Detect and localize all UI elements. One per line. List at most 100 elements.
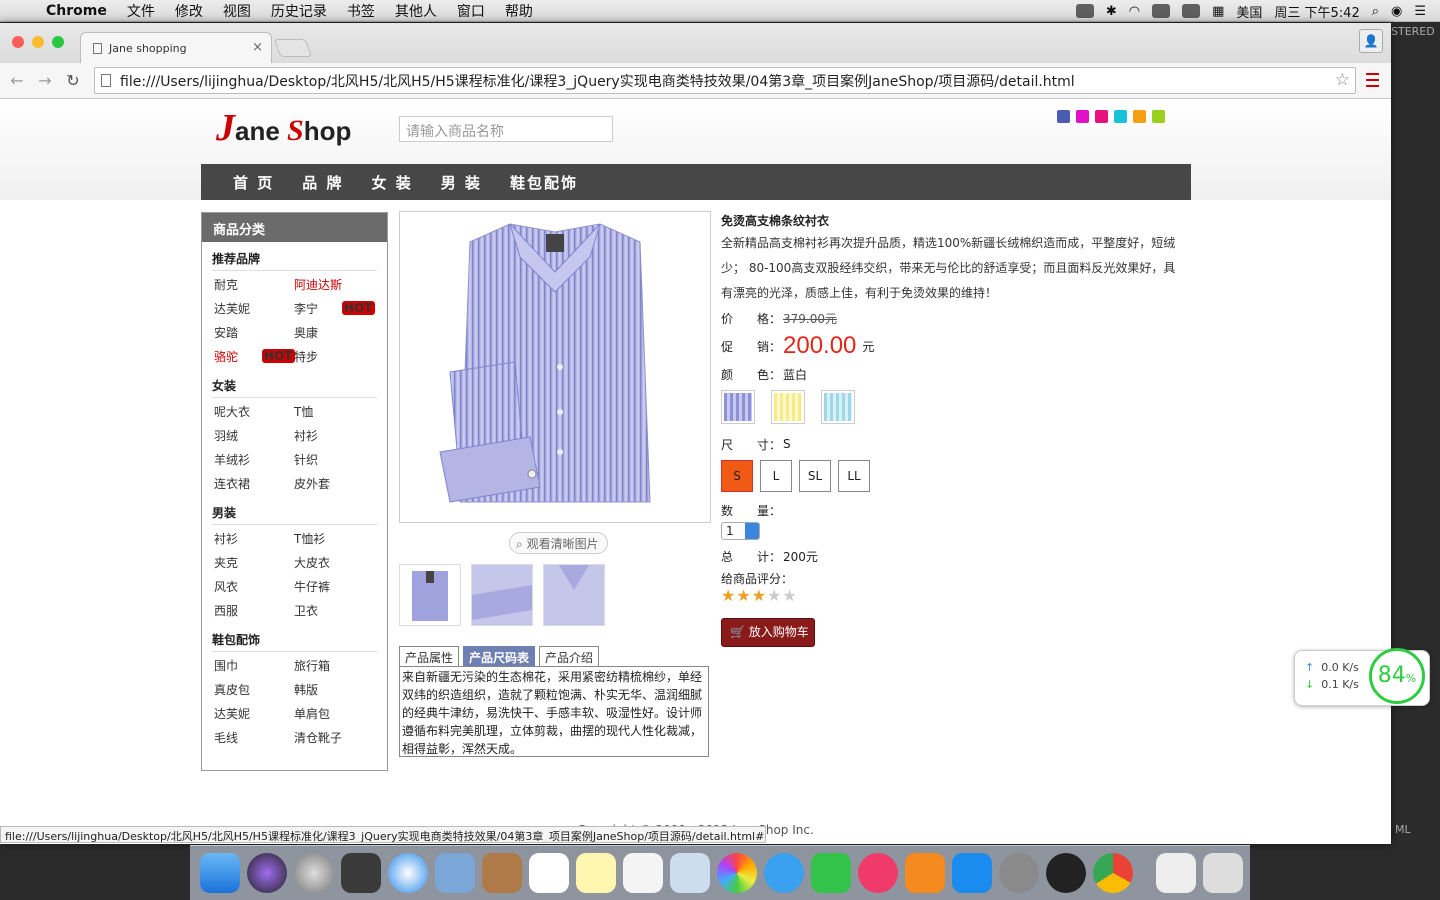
sidebar-link[interactable]: 韩版 — [292, 678, 372, 702]
sidebar-link[interactable]: 毛线 — [212, 726, 292, 750]
chrome-menu-icon[interactable] — [1366, 73, 1379, 87]
menubar-item-people[interactable]: 其他人 — [395, 1, 437, 21]
sidebar-link[interactable]: 特步 — [292, 345, 372, 369]
menubar-item-bookmarks[interactable]: 书签 — [347, 1, 375, 21]
sidebar-link[interactable]: 安踏 — [212, 321, 292, 345]
sidebar-link[interactable]: 羽绒 — [212, 424, 292, 448]
tab-introduction[interactable]: 产品介绍 — [539, 646, 600, 667]
sidebar-link[interactable]: 旅行箱 — [292, 654, 372, 678]
browser-tab[interactable]: Jane shopping × — [80, 32, 272, 63]
menubar-item-history[interactable]: 历史记录 — [271, 1, 327, 21]
size-option-s[interactable]: S — [721, 460, 753, 492]
notes-icon[interactable] — [576, 853, 616, 893]
thumbnail-2[interactable] — [471, 564, 533, 626]
notification-center-icon[interactable]: ☰ — [1414, 4, 1426, 19]
system-preferences-icon[interactable] — [999, 853, 1039, 893]
swatch-cyan[interactable] — [821, 390, 855, 424]
clock[interactable]: 周三 下午5:42 — [1274, 2, 1359, 21]
itunes-icon[interactable] — [858, 853, 898, 893]
skin-swatch-3[interactable] — [1095, 110, 1108, 123]
sidebar-link[interactable]: 真皮包 — [212, 678, 292, 702]
rating-star-icon[interactable]: ★ — [767, 588, 781, 604]
cloud-icon[interactable] — [1075, 4, 1094, 18]
sidebar-link[interactable]: T恤 — [292, 400, 372, 424]
memory-gauge[interactable]: 84% — [1369, 648, 1425, 704]
nav-women[interactable]: 女 装 — [371, 172, 412, 193]
address-bar[interactable]: file:///Users/lijinghua/Desktop/北风H5/北风H… — [94, 67, 1356, 94]
menubar-item-edit[interactable]: 修改 — [175, 1, 203, 21]
forward-icon[interactable]: → — [34, 71, 56, 90]
minimize-window-button[interactable] — [32, 36, 44, 48]
sidebar-link[interactable]: 耐克 — [212, 273, 292, 297]
sublime-text-icon[interactable] — [341, 853, 381, 893]
menubar-app-name[interactable]: Chrome — [46, 3, 107, 19]
nav-home[interactable]: 首 页 — [233, 172, 274, 193]
menubar-item-file[interactable]: 文件 — [127, 1, 155, 21]
tab-size-chart[interactable]: 产品尺码表 — [463, 646, 536, 667]
rating-star-icon[interactable]: ★ — [721, 588, 735, 604]
calendar-icon[interactable] — [529, 853, 569, 893]
nav-men[interactable]: 男 装 — [441, 172, 482, 193]
documents-stack-icon[interactable] — [1156, 853, 1196, 893]
sidebar-link[interactable]: 衬衫 — [292, 424, 372, 448]
sidebar-link[interactable]: 夹克 — [212, 551, 292, 575]
wifi-icon[interactable]: ◠ — [1129, 4, 1140, 19]
view-large-image-button[interactable]: ⌕ 观看清晰图片 — [509, 532, 608, 554]
sidebar-link[interactable]: 风衣 — [212, 575, 292, 599]
network-speed-widget[interactable]: ↑ 0.0 K/s ↓ 0.1 K/s 84% — [1294, 648, 1430, 706]
launchpad-icon[interactable] — [294, 853, 334, 893]
search-input[interactable]: 请输入商品名称 — [399, 116, 613, 142]
bookmark-star-icon[interactable]: ☆ — [1335, 70, 1350, 90]
ibooks-icon[interactable] — [905, 853, 945, 893]
rating-star-icon[interactable]: ★ — [752, 588, 766, 604]
nav-accessories[interactable]: 鞋包配饰 — [510, 172, 578, 193]
qq-icon[interactable] — [1046, 853, 1086, 893]
reminders-icon[interactable] — [623, 853, 663, 893]
trash-icon[interactable] — [1203, 853, 1243, 893]
size-option-ll[interactable]: LL — [838, 460, 870, 492]
siri-icon[interactable]: ◉ — [1391, 4, 1402, 19]
site-logo[interactable]: Jane Shop — [216, 106, 351, 150]
messages-icon[interactable] — [764, 853, 804, 893]
skin-swatch-1[interactable] — [1057, 110, 1070, 123]
preview-icon[interactable] — [670, 853, 710, 893]
sidebar-link[interactable]: 围巾 — [212, 654, 292, 678]
swatch-blue[interactable] — [721, 390, 755, 424]
menubar-item-window[interactable]: 窗口 — [457, 1, 485, 21]
sidebar-link[interactable]: 单肩包 — [292, 702, 372, 726]
thumbnail-3[interactable] — [543, 564, 605, 626]
sidebar-link[interactable]: 衬衫 — [212, 527, 292, 551]
siri-icon[interactable] — [247, 853, 287, 893]
quantity-select[interactable]: 1 — [721, 522, 760, 540]
reload-icon[interactable]: ↻ — [62, 71, 84, 90]
nav-brands[interactable]: 品 牌 — [302, 172, 343, 193]
photos-icon[interactable] — [717, 853, 757, 893]
skin-swatch-4[interactable] — [1114, 110, 1127, 123]
sidebar-link[interactable]: 羊绒衫 — [212, 448, 292, 472]
app-store-icon[interactable] — [952, 853, 992, 893]
sidebar-link[interactable]: 清仓靴子 — [292, 726, 372, 750]
sidebar-link[interactable]: 卫衣 — [292, 599, 372, 623]
finder-icon[interactable] — [200, 853, 240, 893]
spotlight-icon[interactable]: ⌕ — [1372, 4, 1379, 19]
airplay-icon[interactable] — [1152, 4, 1171, 18]
facetime-icon[interactable] — [811, 853, 851, 893]
sidebar-link[interactable]: T恤衫 — [292, 527, 372, 551]
sidebar-link[interactable]: 针织 — [292, 448, 372, 472]
sidebar-link[interactable]: 连衣裙 — [212, 472, 292, 496]
product-main-image[interactable] — [399, 211, 711, 523]
close-window-button[interactable] — [12, 36, 24, 48]
sidebar-link[interactable]: 阿迪达斯HOT — [292, 273, 376, 315]
size-option-sl[interactable]: SL — [799, 460, 831, 492]
rating-star-icon[interactable]: ★ — [736, 588, 750, 604]
input-method-label[interactable]: 美国 — [1236, 2, 1262, 21]
tab-attributes[interactable]: 产品属性 — [399, 646, 460, 667]
skin-swatch-6[interactable] — [1152, 110, 1165, 123]
contacts-icon[interactable] — [482, 853, 522, 893]
sidebar-link[interactable]: 骆驼 HOT — [212, 345, 296, 369]
skin-swatch-5[interactable] — [1133, 110, 1146, 123]
thumbnail-1[interactable] — [399, 564, 461, 626]
back-icon[interactable]: ← — [6, 71, 28, 90]
swatch-yellow[interactable] — [771, 390, 805, 424]
menubar-item-help[interactable]: 帮助 — [505, 1, 533, 21]
